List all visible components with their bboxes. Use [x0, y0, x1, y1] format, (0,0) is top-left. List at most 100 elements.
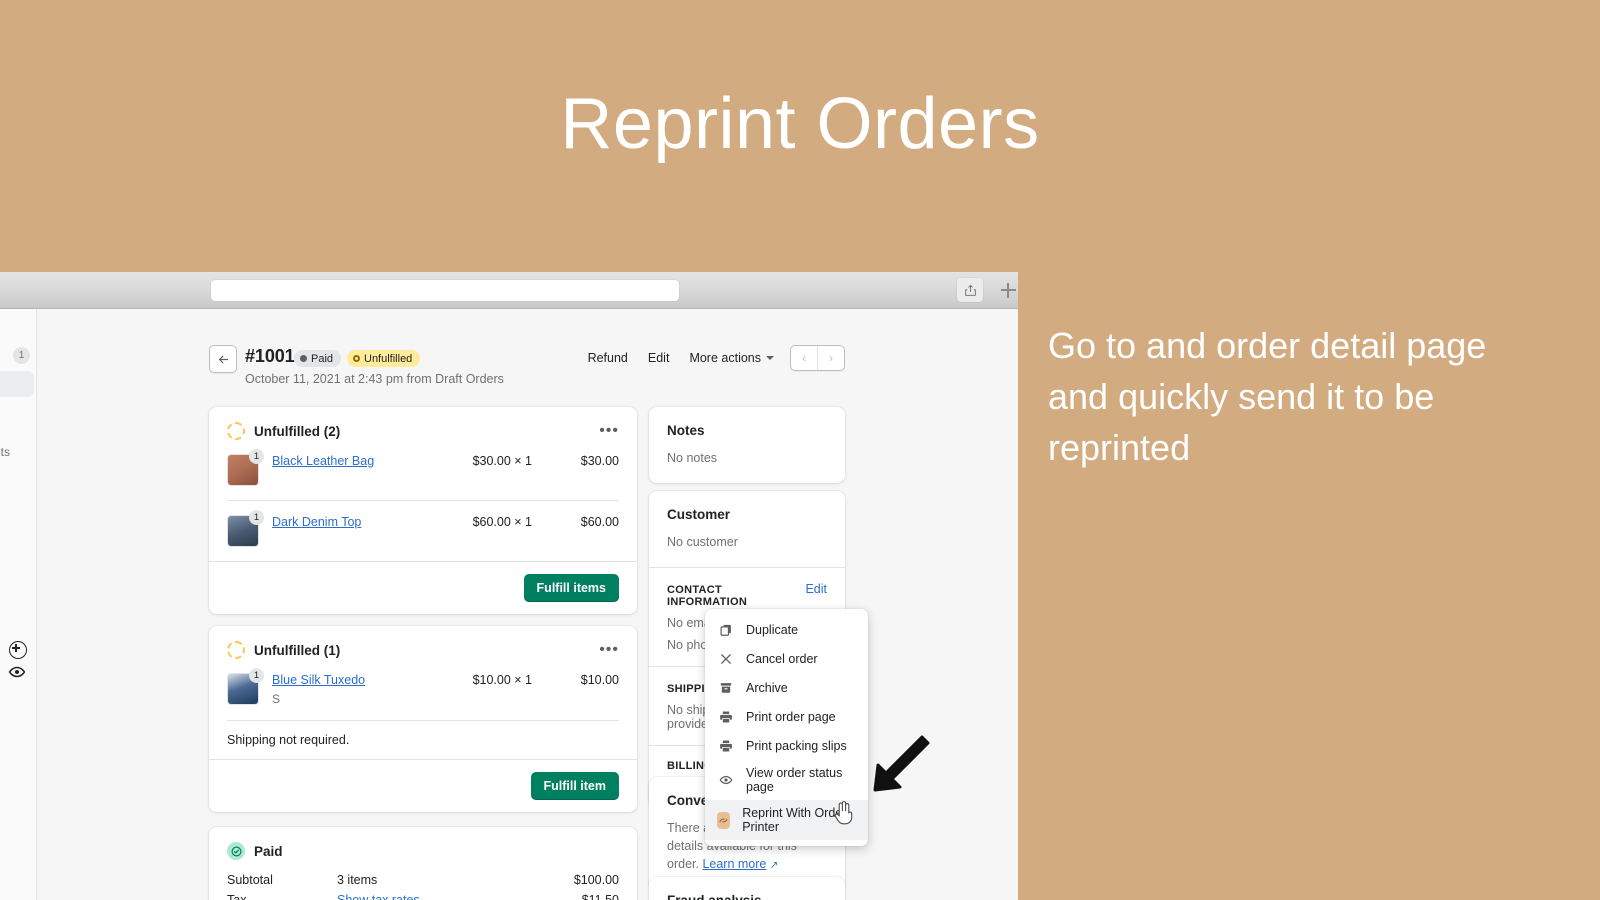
- paid-status-icon: [227, 842, 245, 860]
- address-bar-input[interactable]: [211, 280, 679, 301]
- line-item: 1 Dark Denim Top $60.00 × 1 $60.00: [209, 501, 637, 561]
- edit-button[interactable]: Edit: [638, 346, 680, 370]
- totals-label: Tax: [227, 893, 247, 900]
- totals-mid: 3 items: [337, 873, 378, 887]
- status-badge-unfulfilled-label: Unfulfilled: [364, 352, 413, 365]
- rail-selected-item[interactable]: [0, 371, 34, 397]
- customer-card-body: Customer No customer: [649, 491, 845, 567]
- menu-item-duplicate[interactable]: Duplicate: [705, 615, 868, 644]
- menu-item-label: View order status page: [746, 766, 843, 794]
- eye-icon[interactable]: [8, 663, 26, 681]
- line-item-name[interactable]: Black Leather Bag: [272, 454, 374, 470]
- caption-text: Go to and order detail page and quickly …: [1048, 325, 1487, 469]
- new-tab-button[interactable]: [995, 278, 1018, 302]
- payment-card-title: Paid: [254, 843, 283, 859]
- order-header-actions: Refund Edit More actions ‹ ›: [578, 345, 845, 371]
- refund-button[interactable]: Refund: [578, 346, 638, 370]
- blue-silk-tuxedo-thumbnail[interactable]: 1: [227, 668, 264, 705]
- rail-badge-count: 1: [13, 347, 30, 364]
- fulfillment-card-header: Unfulfilled (2) •••: [209, 407, 637, 440]
- chevron-down-icon: [766, 356, 774, 360]
- payment-card-header: Paid: [209, 827, 637, 860]
- prev-order-button[interactable]: ‹: [791, 346, 817, 370]
- black-leather-bag-thumbnail[interactable]: 1: [227, 449, 264, 486]
- status-dot-hollow: [353, 355, 360, 362]
- ellipsis-icon[interactable]: •••: [599, 642, 619, 658]
- order-number: #1001: [245, 346, 295, 366]
- fulfillment-card-title: Unfulfilled (2): [254, 423, 341, 439]
- more-actions-button[interactable]: More actions: [679, 346, 784, 370]
- eye-icon: [717, 772, 734, 789]
- menu-item-label: Print packing slips: [746, 738, 847, 753]
- notes-title: Notes: [667, 423, 705, 438]
- fraud-analysis-title: Fraud analysis: [667, 893, 827, 900]
- line-item: 1 Black Leather Bag $30.00 × 1 $30.00: [209, 440, 637, 500]
- menu-item-print-packing-slips[interactable]: Print packing slips: [705, 731, 868, 760]
- totals-row: Subtotal 3 items $100.00: [209, 870, 637, 890]
- rail-item-label-truncated[interactable]: uts: [0, 445, 10, 459]
- browser-chrome: [0, 272, 1018, 309]
- line-item-total: $10.00: [580, 673, 619, 687]
- ellipsis-icon[interactable]: •••: [599, 423, 619, 439]
- next-order-button[interactable]: ›: [817, 346, 844, 370]
- archive-icon: [717, 679, 734, 696]
- customer-title: Customer: [667, 507, 731, 522]
- menu-item-archive[interactable]: Archive: [705, 673, 868, 702]
- quantity-badge: 1: [249, 510, 264, 525]
- line-item: 1 Blue Silk Tuxedo S $10.00 × 1 $10.00: [209, 659, 637, 720]
- status-dot-filled: [300, 355, 307, 362]
- arrow-left-icon[interactable]: [209, 345, 237, 373]
- fulfillment-card-footer: Fulfill items: [209, 561, 637, 614]
- show-tax-rates-link[interactable]: Show tax rates: [337, 893, 582, 900]
- close-x-icon: [717, 650, 734, 667]
- fulfillment-card-footer: Fulfill item: [209, 758, 637, 812]
- contact-information-header: CONTACT INFORMATION Edit: [667, 582, 827, 608]
- menu-item-print-order-page[interactable]: Print order page: [705, 702, 868, 731]
- line-item-total: $60.00: [580, 515, 619, 529]
- ordes-printer-app-icon: [717, 811, 731, 829]
- notes-card-body: Notes No notes: [649, 407, 845, 483]
- more-actions-label: More actions: [689, 351, 761, 365]
- menu-item-label: Cancel order: [746, 651, 818, 666]
- menu-item-view-order-status-page[interactable]: View order status page: [705, 760, 868, 800]
- payment-card: Paid Subtotal 3 items $100.00 Tax Show t…: [209, 827, 637, 900]
- line-item-name[interactable]: Blue Silk Tuxedo: [272, 673, 365, 689]
- order-timestamp: October 11, 2021 at 2:43 pm from Draft O…: [245, 372, 504, 386]
- dark-denim-top-thumbnail[interactable]: 1: [227, 510, 264, 547]
- menu-item-label: Archive: [746, 680, 788, 695]
- browser-window: 1 uts #1001: [0, 272, 1018, 900]
- pagination-control: ‹ ›: [790, 345, 845, 371]
- totals-value: $100.00: [573, 873, 619, 887]
- hand-cursor: [833, 800, 855, 831]
- left-nav-rail: 1 uts: [0, 309, 37, 900]
- fulfill-items-button[interactable]: Fulfill items: [523, 574, 619, 602]
- fulfillment-card: Unfulfilled (1) ••• 1 Blue Silk Tuxedo S…: [209, 626, 637, 812]
- line-item-variant: S: [272, 691, 281, 706]
- share-icon[interactable]: [957, 278, 983, 302]
- shipping-note: Shipping not required.: [227, 732, 350, 747]
- line-item-unit-price: $30.00 × 1: [472, 454, 532, 468]
- fulfill-item-button[interactable]: Fulfill item: [530, 771, 619, 800]
- hero-banner: Reprint Orders: [0, 0, 1600, 272]
- order-detail-page: #1001 Paid Unfulfilled October 11, 2021 …: [37, 309, 1018, 900]
- totals-row: Tax Show tax rates $11.50: [209, 890, 637, 900]
- external-link-icon: ↗: [769, 860, 779, 872]
- printer-icon: [717, 737, 734, 754]
- quantity-badge: 1: [249, 668, 264, 683]
- quantity-badge: 1: [249, 449, 264, 464]
- customer-body: No customer: [667, 535, 738, 549]
- notes-body: No notes: [667, 451, 718, 465]
- plus-circle-icon[interactable]: [9, 641, 27, 659]
- edit-contact-link[interactable]: Edit: [805, 582, 827, 596]
- fulfillment-card: Unfulfilled (2) ••• 1 Black Leather Bag …: [209, 407, 637, 614]
- menu-item-cancel-order[interactable]: Cancel order: [705, 644, 868, 673]
- menu-item-label: Print order page: [746, 709, 836, 724]
- status-badge-paid-label: Paid: [311, 352, 334, 365]
- pointer-arrow-annotation: [866, 734, 932, 799]
- duplicate-icon: [717, 621, 734, 638]
- fulfillment-card-title: Unfulfilled (1): [254, 642, 341, 658]
- learn-more-link[interactable]: Learn more: [702, 857, 766, 871]
- status-badge-unfulfilled: Unfulfilled: [347, 350, 421, 367]
- line-item-total: $30.00: [580, 454, 619, 468]
- line-item-name[interactable]: Dark Denim Top: [272, 515, 361, 531]
